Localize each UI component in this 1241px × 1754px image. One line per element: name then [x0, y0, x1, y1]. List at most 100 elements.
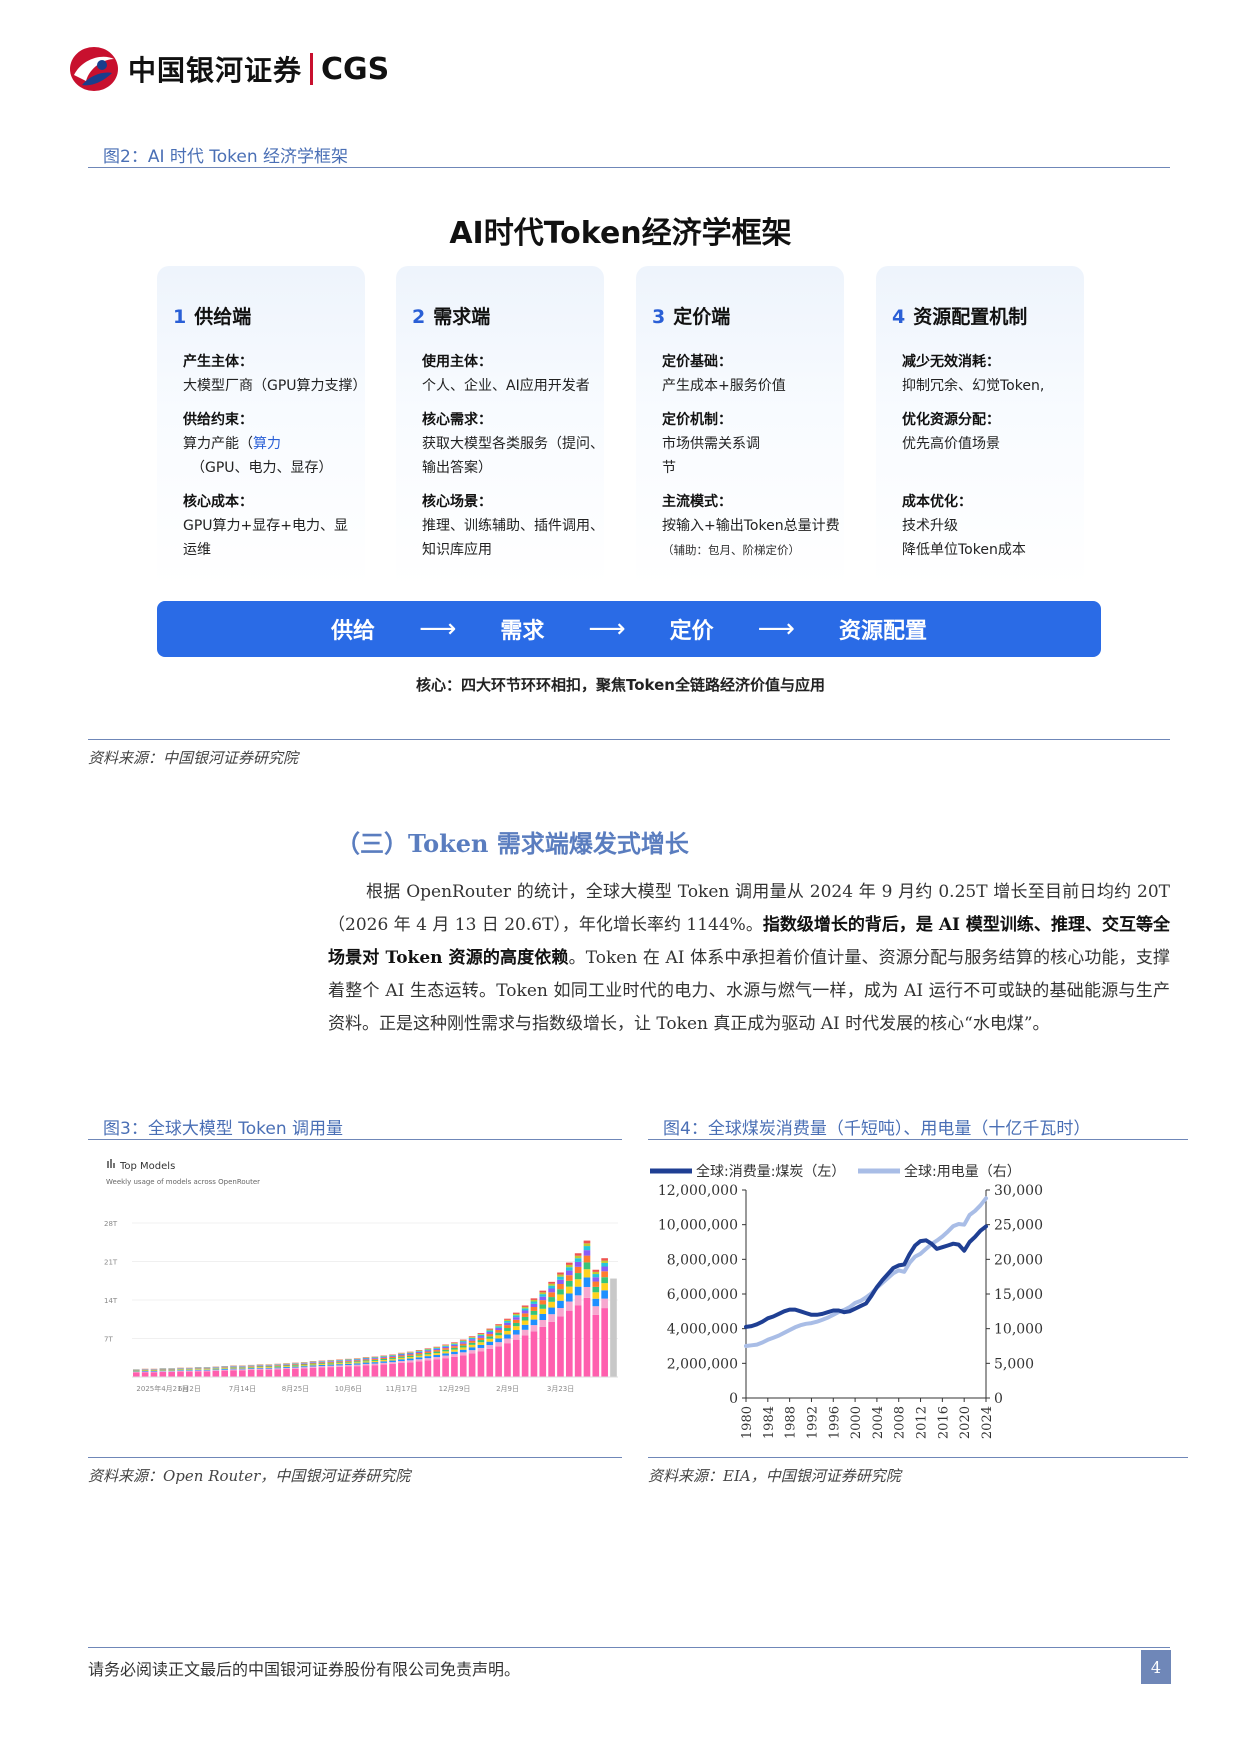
bar-segment — [442, 1351, 449, 1354]
bar-segment — [406, 1352, 414, 1353]
legend-label: 全球:消费量:煤炭（左） — [696, 1163, 845, 1180]
bar-segment — [212, 1367, 220, 1369]
bar-segment — [601, 1290, 608, 1299]
framework-core-note: 核心：四大环节环环相扣，聚焦Token全链路经济价值与应用 — [416, 676, 825, 694]
bar-segment — [442, 1358, 449, 1377]
bar-segment — [486, 1338, 494, 1342]
card-section-line: 个人、企业、AI应用开发者 — [422, 378, 590, 394]
bar-segment — [610, 1278, 617, 1377]
bar — [274, 1363, 282, 1377]
bar-segment — [398, 1359, 405, 1362]
figure4-caption: 图4：全球煤炭消费量（千短吨）、用电量（十亿千瓦时） — [663, 1119, 1091, 1139]
bar-segment — [265, 1369, 273, 1377]
bar-segment — [230, 1367, 237, 1368]
right-tick-label: 15,000 — [994, 1287, 1043, 1303]
card-title-text: 定价端 — [673, 306, 731, 328]
bar-segment — [159, 1370, 167, 1371]
card-section: 优化资源分配： 优先高价值场景 — [902, 408, 1084, 456]
bar-segment — [451, 1342, 458, 1344]
bar-segment — [477, 1334, 485, 1337]
bar-segment — [362, 1363, 370, 1366]
bar — [415, 1350, 423, 1377]
bar-segment — [565, 1280, 573, 1287]
card-section: 使用主体： 个人、企业、AI应用开发者 — [422, 350, 604, 398]
bar-segment — [504, 1325, 511, 1329]
bar-segment — [230, 1370, 237, 1377]
bar-segment — [265, 1367, 273, 1368]
bar-segment — [592, 1274, 600, 1278]
bar-segment — [468, 1337, 476, 1340]
bar-segment — [336, 1362, 343, 1364]
bar-segment — [415, 1351, 423, 1354]
bar-segment — [159, 1370, 167, 1372]
bar — [133, 1369, 140, 1377]
bar-segment — [530, 1298, 538, 1300]
bar — [336, 1359, 343, 1377]
y-tick-label: 28T — [104, 1220, 118, 1228]
bar-segment — [265, 1366, 273, 1368]
bar — [398, 1352, 405, 1377]
bar — [592, 1269, 600, 1377]
flow-arrow-icon: ⟶ — [757, 614, 795, 644]
bar — [406, 1351, 414, 1377]
bar-segment — [353, 1363, 361, 1365]
legend-label: 全球:用电量（右） — [904, 1163, 1021, 1180]
framework-card-2: 2 需求端 使用主体： 个人、企业、AI应用开发者 核心需求： 获取大模型各类服务（提问、… — [396, 266, 604, 588]
bar-segment — [504, 1321, 511, 1323]
bar — [574, 1253, 582, 1377]
right-tick-label: 10,000 — [994, 1322, 1043, 1338]
bar-segment — [539, 1304, 547, 1309]
bar-segment — [548, 1301, 555, 1308]
bar-segment — [336, 1360, 343, 1362]
bar-segment — [477, 1336, 485, 1338]
framework-flow-bar: 供给 ⟶ 需求 ⟶ 定价 ⟶ 资源配置 — [157, 601, 1101, 657]
bar-segment — [539, 1296, 547, 1301]
bar-segment — [212, 1370, 220, 1371]
bar-segment — [406, 1360, 414, 1363]
bar — [203, 1367, 211, 1377]
bar-segment — [371, 1359, 379, 1361]
page-number: 4 — [1141, 1650, 1171, 1684]
bar — [194, 1367, 202, 1377]
framework-card-1: 1 供给端 产生主体： 大模型厂商（GPU算力支撑） 供给约束： 算力产能（算力 （GPU、… — [157, 266, 367, 588]
bar-segment — [433, 1347, 441, 1348]
bar-segment — [601, 1308, 608, 1377]
bar-segment — [194, 1369, 202, 1370]
bar-segment — [504, 1328, 511, 1331]
bar-segment — [442, 1345, 449, 1347]
chart-title: Top Models — [119, 1161, 175, 1172]
bar-segment — [327, 1365, 335, 1368]
bar-segment — [415, 1350, 423, 1351]
bar-segment — [521, 1320, 529, 1325]
bar-segment — [424, 1358, 432, 1361]
brand-separator — [310, 53, 314, 85]
bar-segment — [345, 1361, 352, 1363]
bar-segment — [504, 1343, 511, 1377]
bar-segment — [495, 1342, 502, 1347]
bar-segment — [406, 1362, 414, 1377]
bar-segment — [468, 1350, 476, 1354]
bar-segment — [574, 1273, 582, 1280]
bar-segment — [309, 1362, 317, 1363]
bar-segment — [186, 1370, 193, 1371]
bar-segment — [592, 1271, 600, 1275]
bar-segment — [221, 1370, 228, 1377]
bar-segment — [601, 1262, 608, 1267]
bar — [521, 1305, 529, 1377]
bar-segment — [530, 1325, 538, 1332]
bar-segment — [459, 1345, 467, 1348]
card-section-line: 抑制冗余、幻觉Token, — [902, 378, 1045, 394]
bar — [468, 1336, 476, 1377]
bar-segment — [327, 1361, 335, 1363]
bar-segment — [548, 1314, 555, 1322]
bar-segment — [565, 1262, 573, 1265]
bar-segment — [362, 1358, 370, 1360]
card-section-line: （GPU、电力、显存） — [191, 460, 333, 476]
bar-segment — [239, 1366, 246, 1368]
left-tick-label: 8,000,000 — [667, 1252, 738, 1268]
bar-segment — [318, 1361, 326, 1363]
bar-segment — [256, 1368, 264, 1370]
bar-chart-icon — [113, 1163, 115, 1168]
bar-segment — [521, 1335, 529, 1377]
bar-segment — [451, 1347, 458, 1350]
